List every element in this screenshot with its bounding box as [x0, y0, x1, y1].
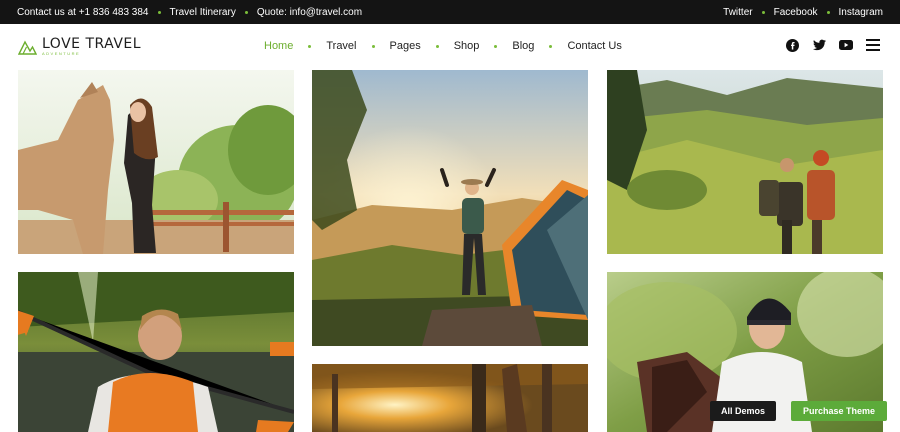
brand-name: LOVE TRAVEL [42, 36, 142, 52]
hiker-with-tent-photo [312, 70, 588, 346]
gallery-item[interactable] [18, 70, 294, 254]
main-navigation: LOVE TRAVEL ADVENTURE Home Travel Pages … [0, 24, 900, 68]
brand-tagline: ADVENTURE [42, 51, 81, 56]
top-info-bar: Contact us at +1 836 483 384 Travel Itin… [0, 0, 900, 24]
facebook-link[interactable]: Facebook [774, 7, 818, 18]
separator-dot [761, 10, 765, 14]
menu-separator-dot [549, 44, 553, 48]
mountain-logo-icon [18, 39, 37, 55]
gallery-item[interactable] [312, 70, 588, 346]
menu-item-home[interactable]: Home [264, 40, 293, 52]
purchase-theme-button[interactable]: Purchase Theme [791, 401, 887, 421]
gallery-item[interactable] [18, 272, 294, 432]
gallery-item[interactable] [607, 70, 883, 254]
menu-separator-dot [494, 44, 498, 48]
gallery-item[interactable] [312, 364, 588, 432]
menu-separator-dot [371, 44, 375, 48]
contact-phone-text: Contact us at +1 836 483 384 [17, 6, 149, 18]
separator-dot [826, 10, 830, 14]
girl-with-horse-photo [18, 70, 294, 254]
menu-item-contact-us[interactable]: Contact Us [567, 40, 621, 52]
separator-dot [244, 10, 248, 14]
hikers-in-valley-photo [607, 70, 883, 254]
header-icon-group [785, 38, 880, 52]
twitter-link[interactable]: Twitter [723, 7, 752, 18]
site-logo[interactable]: LOVE TRAVEL ADVENTURE [18, 37, 141, 56]
menu-item-shop[interactable]: Shop [454, 40, 480, 52]
youtube-icon[interactable] [839, 38, 853, 52]
top-social-group: Twitter Facebook Instagram [723, 7, 883, 18]
menu-separator-dot [308, 44, 312, 48]
menu-item-travel[interactable]: Travel [326, 40, 356, 52]
quote-email-link[interactable]: Quote: info@travel.com [257, 7, 362, 18]
facebook-icon[interactable] [785, 38, 799, 52]
travel-itinerary-link[interactable]: Travel Itinerary [170, 7, 236, 18]
instagram-link[interactable]: Instagram [839, 7, 883, 18]
menu-item-blog[interactable]: Blog [512, 40, 534, 52]
photo-gallery: All Demos Purchase Theme [0, 68, 900, 432]
autumn-forest-photo [312, 364, 588, 432]
twitter-icon[interactable] [812, 38, 826, 52]
menu-separator-dot [435, 44, 439, 48]
hamburger-menu-icon[interactable] [866, 38, 880, 52]
primary-menu: Home Travel Pages Shop Blog Contact Us [264, 40, 622, 52]
kayaker-photo [18, 272, 294, 432]
menu-item-pages[interactable]: Pages [390, 40, 421, 52]
separator-dot [157, 10, 161, 14]
top-contact-group: Contact us at +1 836 483 384 Travel Itin… [17, 7, 362, 18]
all-demos-button[interactable]: All Demos [710, 401, 776, 421]
